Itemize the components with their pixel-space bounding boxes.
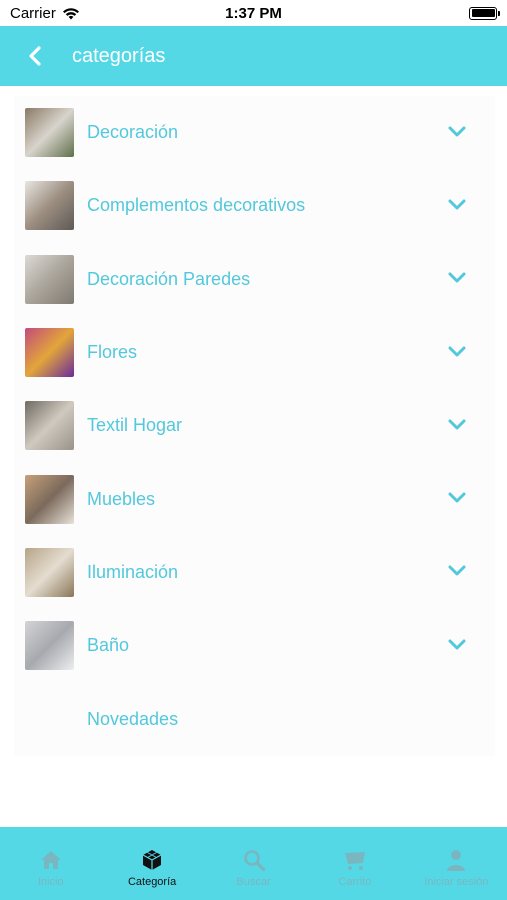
screen: Carrier 1:37 PM categorías Decoración Com…: [0, 0, 507, 900]
category-label: Baño: [87, 635, 130, 656]
back-button[interactable]: [0, 26, 72, 86]
tab-label: Buscar: [236, 876, 271, 888]
category-label: Complementos decorativos: [87, 195, 306, 216]
nav-title: categorías: [72, 44, 166, 67]
nav-bar: categorías: [0, 26, 507, 86]
chevron-down-icon[interactable]: [447, 345, 467, 359]
tab-inicio[interactable]: Inicio: [0, 827, 101, 900]
tab-iniciar-sesion[interactable]: Iniciar sesión: [406, 827, 507, 900]
category-row[interactable]: Textil Hogar: [14, 389, 495, 462]
category-thumbnail: [25, 328, 74, 378]
category-thumbnail: [25, 108, 74, 158]
category-row[interactable]: Baño: [14, 609, 495, 682]
category-row[interactable]: Flores: [14, 316, 495, 389]
category-label: Muebles: [87, 488, 156, 509]
home-icon: [38, 847, 64, 873]
tab-categoria[interactable]: Categoría: [101, 827, 202, 900]
category-row[interactable]: Decoración Paredes: [14, 243, 495, 316]
chevron-left-icon: [28, 46, 41, 66]
category-thumbnail: [25, 474, 74, 524]
status-bar: Carrier 1:37 PM: [0, 0, 507, 26]
category-row-novedades[interactable]: Novedades: [14, 682, 495, 755]
tab-label: Carrito: [338, 876, 372, 888]
category-row[interactable]: Complementos decorativos: [14, 169, 495, 242]
category-label: Textil Hogar: [87, 415, 183, 436]
category-row[interactable]: Muebles: [14, 462, 495, 535]
user-icon: [443, 847, 469, 873]
category-label: Decoración: [87, 122, 179, 143]
cube-icon: [139, 847, 165, 873]
chevron-down-icon[interactable]: [447, 271, 467, 285]
tab-label: Iniciar sesión: [424, 876, 489, 888]
category-list: Decoración Complementos decorativos Decora…: [14, 96, 495, 756]
search-icon: [241, 847, 267, 873]
category-thumbnail: [25, 254, 74, 304]
tab-label: Categoría: [127, 876, 177, 888]
tab-buscar[interactable]: Buscar: [203, 827, 304, 900]
category-row[interactable]: Iluminación: [14, 536, 495, 609]
chevron-down-icon[interactable]: [447, 564, 467, 578]
chevron-down-icon[interactable]: [447, 198, 467, 212]
cart-icon: [342, 847, 368, 873]
category-thumbnail: [25, 181, 74, 231]
chevron-down-icon[interactable]: [447, 638, 467, 652]
battery-icon: [469, 6, 500, 20]
chevron-down-icon[interactable]: [447, 418, 467, 432]
status-time: 1:37 PM: [225, 5, 282, 22]
tab-label: Inicio: [37, 876, 64, 888]
tab-carrito[interactable]: Carrito: [304, 827, 405, 900]
category-label: Novedades: [87, 708, 179, 729]
category-thumbnail: [25, 621, 74, 671]
thumbnail-placeholder: [25, 695, 74, 744]
category-label: Flores: [87, 342, 138, 363]
category-row[interactable]: Decoración: [14, 96, 495, 169]
tab-bar: Inicio Categoría Buscar Carrito Iniciar sesi…: [0, 827, 507, 900]
category-thumbnail: [25, 547, 74, 597]
category-label: Decoración Paredes: [87, 268, 251, 289]
chevron-down-icon[interactable]: [447, 491, 467, 505]
chevron-down-icon[interactable]: [447, 125, 467, 139]
category-label: Iluminación: [87, 561, 179, 582]
category-thumbnail: [25, 401, 74, 451]
